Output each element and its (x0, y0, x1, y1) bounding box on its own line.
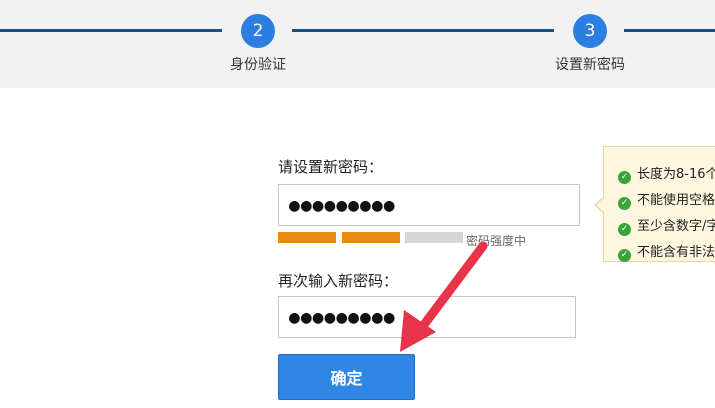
annotation-arrow-icon (400, 241, 488, 352)
